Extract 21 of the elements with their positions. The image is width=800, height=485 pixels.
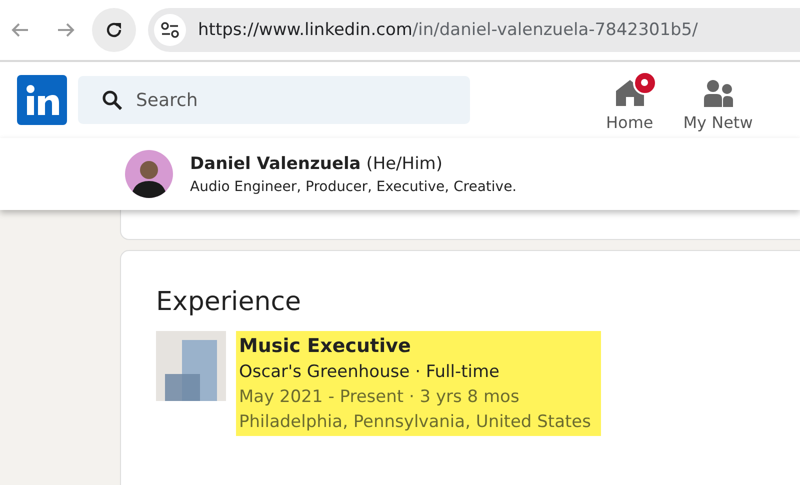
- logo-icon[interactable]: [17, 75, 67, 125]
- section-title: Experience: [156, 287, 302, 317]
- company-logo-icon: [156, 331, 226, 401]
- people-icon: [703, 78, 734, 106]
- profile-name: Daniel Valenzuela (He/Him): [190, 154, 444, 174]
- search-field[interactable]: Search: [78, 76, 470, 124]
- company-name: Oscar's Greenhouse · Full-time: [239, 362, 500, 382]
- back-arrow-icon: [11, 22, 29, 38]
- job-dates: May 2021 - Present · 3 yrs 8 mos: [239, 387, 520, 407]
- profile-headline: Audio Engineer, Producer, Executive, Creative.: [190, 178, 517, 194]
- address-bar[interactable]: https://www.linkedin.com/in/daniel-valenzuela-7842301b5/: [148, 8, 800, 52]
- reload-icon: [104, 20, 124, 40]
- reload-button[interactable]: [92, 8, 136, 52]
- site-settings-icon: [160, 21, 180, 39]
- nav-item[interactable]: Home: [592, 68, 668, 132]
- job-title: Music Executive: [239, 335, 412, 357]
- forward-arrow-icon: [57, 22, 75, 38]
- avatar: [125, 150, 173, 198]
- url-text: https://www.linkedin.com/in/daniel-valenzuela-7842301b5/: [198, 20, 698, 40]
- nav-item[interactable]: My Netw: [669, 68, 767, 132]
- job-location: Philadelphia, Pennsylvania, United States: [239, 412, 591, 432]
